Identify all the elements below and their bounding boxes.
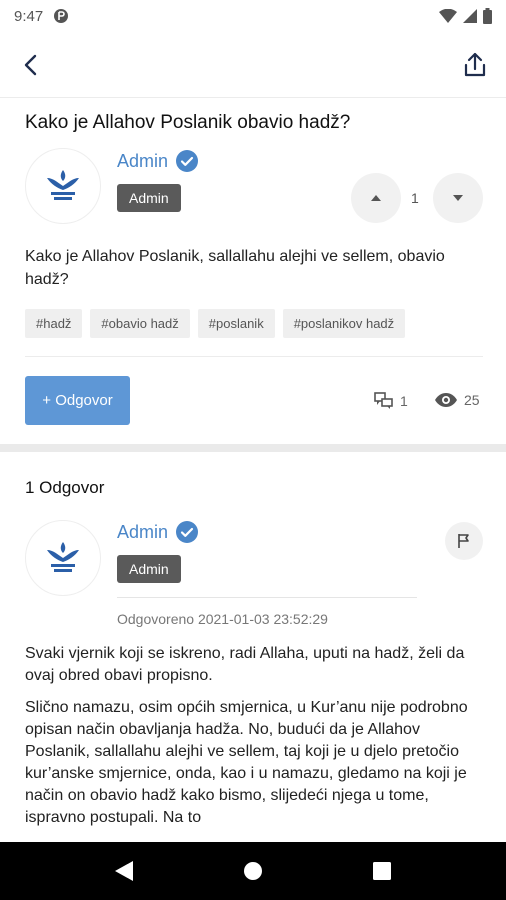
status-time: 9:47	[14, 7, 44, 25]
answers-icon	[374, 392, 393, 409]
back-arrow-icon	[24, 54, 37, 75]
nav-home-button[interactable]	[233, 851, 273, 891]
answer-author-avatar[interactable]	[25, 520, 101, 596]
question-author-label: Admin	[117, 150, 169, 171]
question-author-avatar[interactable]	[25, 148, 101, 224]
app-bar	[0, 32, 506, 98]
verified-icon	[176, 521, 199, 543]
back-button[interactable]	[14, 48, 48, 82]
signal-icon	[463, 9, 477, 23]
system-nav-bar	[0, 842, 506, 900]
question-title: Kako je Allahov Poslanik obavio hadž?	[25, 112, 351, 133]
question-role-badge: Admin	[117, 184, 181, 212]
share-icon	[464, 52, 486, 76]
verified-icon	[176, 150, 199, 172]
upvote-button[interactable]	[351, 173, 401, 223]
answer-body: Svaki vjernik koji se iskreno, radi Alla…	[25, 643, 475, 839]
answers-count: 1	[400, 393, 408, 409]
answer-author-name[interactable]: Admin	[117, 521, 199, 543]
add-answer-button[interactable]: + Odgovor	[25, 376, 130, 425]
eye-icon	[435, 393, 457, 407]
section-separator	[0, 444, 506, 452]
tag-chip[interactable]: #obavio hadž	[90, 309, 190, 338]
answer-author-label: Admin	[117, 521, 169, 542]
logo-icon	[47, 542, 79, 572]
tag-list: #hadž #obavio hadž #poslanik #poslanikov…	[25, 309, 406, 338]
battery-icon	[483, 8, 492, 24]
answer-divider	[117, 597, 417, 598]
divider	[25, 356, 483, 357]
report-button[interactable]	[445, 522, 483, 560]
answers-stat: 1	[374, 392, 408, 410]
tag-chip[interactable]: #poslanik	[197, 309, 275, 338]
answers-heading: 1 Odgovor	[25, 478, 105, 497]
chevron-down-icon	[453, 195, 463, 201]
status-icons	[439, 8, 492, 24]
nav-recents-button[interactable]	[362, 851, 402, 891]
nav-back-icon	[115, 861, 134, 881]
answer-paragraph: Slično namazu, osim općih smjernica, u K…	[25, 699, 468, 826]
tag-chip[interactable]: #poslanikov hadž	[282, 309, 406, 338]
vote-count: 1	[411, 190, 419, 206]
downvote-button[interactable]	[433, 173, 483, 223]
nav-recents-icon	[372, 862, 391, 880]
chevron-up-icon	[371, 195, 381, 201]
answered-timestamp: Odgovoreno 2021-01-03 23:52:29	[117, 611, 328, 627]
views-count: 25	[464, 392, 480, 408]
wifi-icon	[439, 9, 457, 23]
tag-chip[interactable]: #hadž	[25, 309, 83, 338]
nav-home-icon	[243, 862, 262, 880]
answer-role-badge: Admin	[117, 555, 181, 583]
status-bar: 9:47	[0, 0, 506, 32]
nav-back-button[interactable]	[104, 851, 144, 891]
notification-icon	[54, 9, 69, 23]
logo-icon	[47, 170, 79, 200]
share-button[interactable]	[458, 48, 492, 82]
question-author-name[interactable]: Admin	[117, 150, 199, 172]
question-body: Kako je Allahov Poslanik, sallallahu ale…	[25, 248, 445, 288]
views-stat: 25	[434, 392, 480, 408]
answer-paragraph: Svaki vjernik koji se iskreno, radi Alla…	[25, 645, 465, 684]
flag-icon	[458, 534, 469, 548]
